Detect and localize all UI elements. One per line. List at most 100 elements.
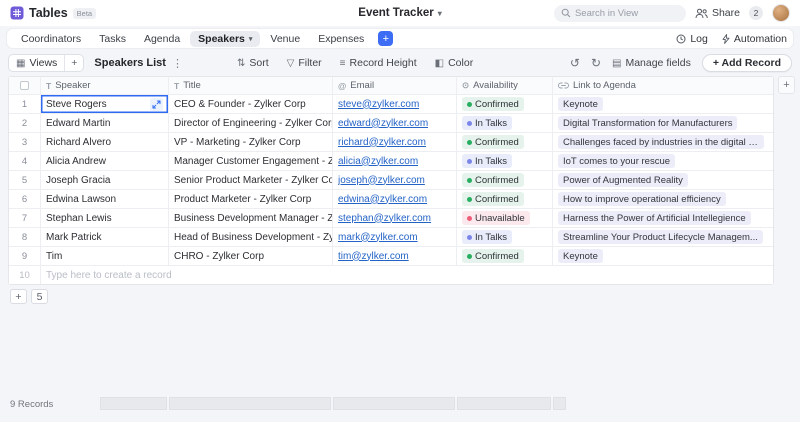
agenda-cell[interactable]: Keynote: [553, 247, 771, 265]
agenda-cell[interactable]: Challenges faced by industries in the di…: [553, 133, 771, 151]
speaker-cell[interactable]: Alicia Andrew: [41, 152, 169, 170]
add-view-button[interactable]: +: [65, 57, 83, 69]
column-header-speaker[interactable]: T Speaker: [41, 77, 169, 94]
row-number[interactable]: 4: [9, 152, 41, 170]
add-row-button[interactable]: +: [10, 289, 27, 304]
email-cell[interactable]: tim@zylker.com: [333, 247, 457, 265]
email-link[interactable]: steve@zylker.com: [338, 99, 419, 110]
availability-cell[interactable]: In Talks: [457, 114, 553, 132]
speaker-cell[interactable]: Tim: [41, 247, 169, 265]
column-header-title[interactable]: T Title: [169, 77, 333, 94]
tab-speakers[interactable]: Speakers ▾: [190, 31, 260, 47]
speaker-cell[interactable]: Richard Alvero: [41, 133, 169, 151]
tab-venue[interactable]: Venue: [262, 31, 308, 47]
email-link[interactable]: joseph@zylker.com: [338, 175, 425, 186]
expand-record-icon[interactable]: [150, 98, 163, 111]
manage-fields-button[interactable]: ▤ Manage fields: [612, 57, 691, 69]
speaker-cell-selected[interactable]: Steve Rogers: [41, 95, 169, 113]
column-header-email[interactable]: @ Email: [333, 77, 457, 94]
collaborator-count-badge[interactable]: 2: [749, 6, 763, 20]
filter-button[interactable]: ▽ Filter: [287, 57, 322, 69]
email-link[interactable]: alicia@zylker.com: [338, 156, 418, 167]
agenda-cell[interactable]: IoT comes to your rescue: [553, 152, 771, 170]
title-cell[interactable]: VP - Marketing - Zylker Corp: [169, 133, 333, 151]
column-header-link-to-agenda[interactable]: Link to Agenda: [553, 77, 771, 94]
speaker-cell[interactable]: Joseph Gracia: [41, 171, 169, 189]
record-height-button[interactable]: ≡ Record Height: [340, 57, 417, 69]
row-number[interactable]: 8: [9, 228, 41, 246]
agenda-cell[interactable]: Digital Transformation for Manufacturers: [553, 114, 771, 132]
search-box[interactable]: [554, 5, 686, 22]
email-link[interactable]: tim@zylker.com: [338, 251, 409, 262]
column-summary-cell[interactable]: [169, 397, 331, 410]
availability-cell[interactable]: Confirmed: [457, 190, 553, 208]
availability-cell[interactable]: Confirmed: [457, 171, 553, 189]
add-row-count[interactable]: 5: [31, 289, 48, 304]
redo-icon[interactable]: ↻: [591, 56, 601, 70]
title-cell[interactable]: Director of Engineering - Zylker Corp: [169, 114, 333, 132]
sort-button[interactable]: ⇅ Sort: [237, 57, 269, 69]
speaker-cell[interactable]: Edwina Lawson: [41, 190, 169, 208]
agenda-cell[interactable]: Harness the Power of Artificial Intelleg…: [553, 209, 771, 227]
row-number[interactable]: 1: [9, 95, 41, 113]
email-cell[interactable]: stephan@zylker.com: [333, 209, 457, 227]
share-button[interactable]: Share: [695, 7, 740, 19]
new-record-placeholder[interactable]: Type here to create a record: [41, 266, 773, 284]
color-button[interactable]: ◧ Color: [435, 57, 474, 69]
row-number[interactable]: 5: [9, 171, 41, 189]
email-cell[interactable]: steve@zylker.com: [333, 95, 457, 113]
row-number[interactable]: 3: [9, 133, 41, 151]
agenda-cell[interactable]: Keynote: [553, 95, 771, 113]
tab-agenda[interactable]: Agenda: [136, 31, 188, 47]
add-field-button[interactable]: +: [778, 76, 795, 94]
availability-cell[interactable]: In Talks: [457, 152, 553, 170]
email-link[interactable]: edward@zylker.com: [338, 118, 428, 129]
title-cell[interactable]: Head of Business Development - Zylker Co…: [169, 228, 333, 246]
email-link[interactable]: richard@zylker.com: [338, 137, 426, 148]
title-cell[interactable]: Product Marketer - Zylker Corp: [169, 190, 333, 208]
email-cell[interactable]: alicia@zylker.com: [333, 152, 457, 170]
email-cell[interactable]: edward@zylker.com: [333, 114, 457, 132]
tab-coordinators[interactable]: Coordinators: [13, 31, 89, 47]
search-input[interactable]: [575, 8, 675, 19]
automation-button[interactable]: Automation: [722, 33, 787, 45]
select-all-checkbox[interactable]: [9, 77, 41, 94]
workspace-switcher[interactable]: Event Tracker ▾: [358, 7, 441, 19]
agenda-cell[interactable]: Streamline Your Product Lifecycle Manage…: [553, 228, 771, 246]
email-link[interactable]: stephan@zylker.com: [338, 213, 431, 224]
tab-tasks[interactable]: Tasks: [91, 31, 134, 47]
speaker-cell[interactable]: Mark Patrick: [41, 228, 169, 246]
row-number[interactable]: 2: [9, 114, 41, 132]
row-number[interactable]: 7: [9, 209, 41, 227]
column-summary-cell[interactable]: [553, 397, 566, 410]
email-link[interactable]: edwina@zylker.com: [338, 194, 427, 205]
new-record-row[interactable]: 10 Type here to create a record: [9, 265, 773, 284]
add-table-button[interactable]: +: [378, 31, 393, 46]
row-number[interactable]: 6: [9, 190, 41, 208]
column-header-availability[interactable]: ⊙ Availability: [457, 77, 553, 94]
availability-cell[interactable]: Confirmed: [457, 133, 553, 151]
availability-cell[interactable]: Confirmed: [457, 95, 553, 113]
availability-cell[interactable]: Unavailable: [457, 209, 553, 227]
availability-cell[interactable]: Confirmed: [457, 247, 553, 265]
email-cell[interactable]: edwina@zylker.com: [333, 190, 457, 208]
log-button[interactable]: Log: [676, 33, 708, 45]
title-cell[interactable]: CHRO - Zylker Corp: [169, 247, 333, 265]
email-cell[interactable]: mark@zylker.com: [333, 228, 457, 246]
speaker-cell[interactable]: Stephan Lewis: [41, 209, 169, 227]
column-summary-cell[interactable]: [457, 397, 551, 410]
column-summary-cell[interactable]: [333, 397, 455, 410]
views-button[interactable]: ▦ Views: [9, 57, 64, 69]
agenda-cell[interactable]: Power of Augmented Reality: [553, 171, 771, 189]
title-cell[interactable]: CEO & Founder - Zylker Corp: [169, 95, 333, 113]
email-link[interactable]: mark@zylker.com: [338, 232, 418, 243]
tab-expenses[interactable]: Expenses: [310, 31, 372, 47]
title-cell[interactable]: Senior Product Marketer - Zylker Corp: [169, 171, 333, 189]
agenda-cell[interactable]: How to improve operational efficiency: [553, 190, 771, 208]
availability-cell[interactable]: In Talks: [457, 228, 553, 246]
add-record-button[interactable]: + Add Record: [702, 54, 792, 72]
email-cell[interactable]: joseph@zylker.com: [333, 171, 457, 189]
row-number[interactable]: 9: [9, 247, 41, 265]
column-summary-cell[interactable]: [100, 397, 167, 410]
user-avatar[interactable]: [772, 4, 790, 22]
